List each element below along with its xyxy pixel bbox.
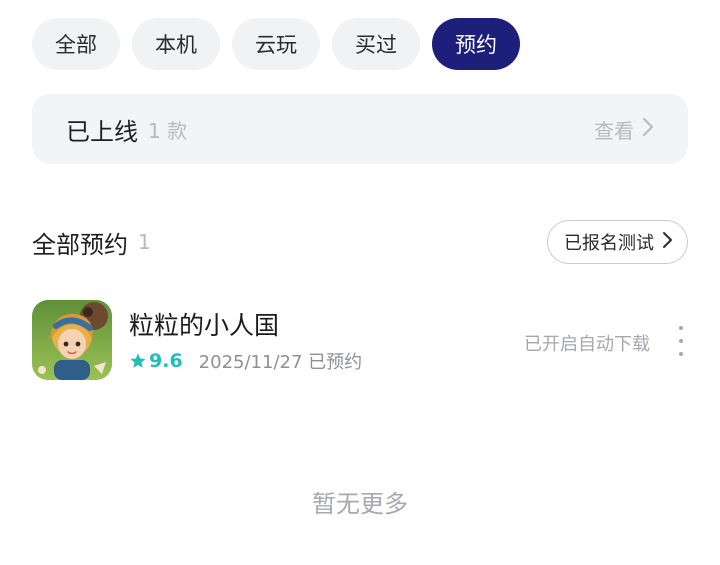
game-rating: 9.6 [129, 350, 183, 372]
tab-all[interactable]: 全部 [32, 18, 120, 70]
tab-reserved[interactable]: 预约 [432, 18, 520, 70]
no-more-text: 暂无更多 [312, 490, 408, 518]
section-title: 全部预约 [32, 230, 128, 259]
game-meta: 9.6 2025/11/27 已预约 [129, 348, 362, 374]
reservation-list-item[interactable]: 粒粒的小人国 9.6 2025/11/27 已预约 已开启自动下载 [32, 300, 688, 382]
more-options-icon[interactable] [674, 326, 688, 356]
tab-cloud[interactable]: 云玩 [232, 18, 320, 70]
reserve-date: 2025/11/27 已预约 [198, 352, 363, 373]
game-icon[interactable] [32, 300, 112, 380]
online-games-card[interactable]: 已上线 1 款 查看 [32, 94, 688, 164]
reservations-header: 全部预约 1 已报名测试 [32, 220, 688, 264]
star-icon [130, 353, 146, 368]
tab-purchased[interactable]: 买过 [332, 18, 420, 70]
game-title: 粒粒的小人国 [129, 311, 280, 340]
view-online-link[interactable]: 查看 [594, 115, 654, 144]
reservations-page: 全部 本机 云玩 买过 预约 已上线 1 款 查看 全部预约 1 已报名测试 粒… [0, 0, 720, 565]
chevron-right-icon [662, 231, 673, 254]
auto-download-status: 已开启自动下载 [524, 334, 650, 355]
chevron-right-icon [642, 117, 654, 142]
online-title: 已上线 [66, 117, 138, 146]
registered-tests-button[interactable]: 已报名测试 [547, 220, 688, 264]
rating-value: 9.6 [149, 350, 183, 372]
registered-tests-label: 已报名测试 [564, 233, 654, 254]
filter-tabs: 全部 本机 云玩 买过 预约 [32, 18, 520, 70]
view-label: 查看 [594, 118, 634, 143]
tab-local[interactable]: 本机 [132, 18, 220, 70]
online-count: 1 款 [148, 118, 188, 143]
section-count: 1 [138, 230, 151, 254]
